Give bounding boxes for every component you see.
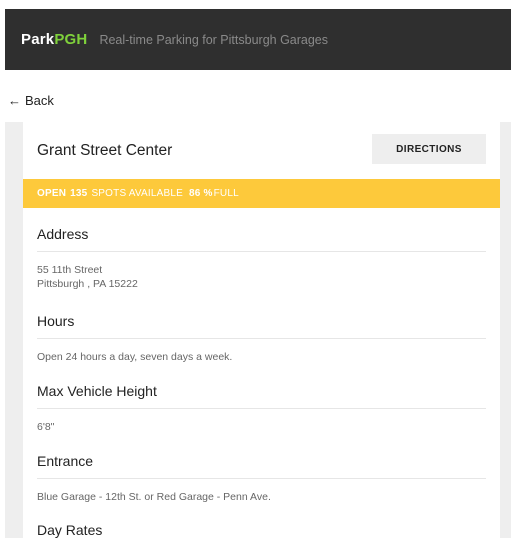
entrance-section: Entrance Blue Garage - 12th St. or Red G…	[37, 453, 486, 504]
spots-count: 135	[70, 188, 88, 199]
availability-status-bar: OPEN 135 SPOTS AVAILABLE 86 % FULL	[23, 179, 500, 208]
garage-header: Grant Street Center DIRECTIONS	[23, 122, 500, 180]
divider	[37, 251, 486, 252]
day-rates-section: Day Rates	[37, 522, 486, 538]
address-title: Address	[37, 226, 89, 242]
percent-full: 86 %	[189, 188, 213, 199]
hours-section: Hours Open 24 hours a day, seven days a …	[37, 313, 486, 364]
garage-name: Grant Street Center	[37, 142, 173, 159]
hours-title: Hours	[37, 313, 75, 329]
back-label: Back	[25, 93, 54, 108]
garage-detail-panel: Grant Street Center DIRECTIONS OPEN 135 …	[23, 122, 500, 538]
entrance-title: Entrance	[37, 453, 94, 469]
address-line-2: Pittsburgh , PA 15222	[37, 278, 138, 290]
max-height-section: Max Vehicle Height 6'8"	[37, 383, 486, 434]
divider	[37, 338, 486, 339]
hours-text: Open 24 hours a day, seven days a week.	[37, 351, 233, 363]
directions-button[interactable]: DIRECTIONS	[372, 134, 486, 164]
address-section: Address 55 11th Street Pittsburgh , PA 1…	[37, 226, 486, 291]
max-height-title: Max Vehicle Height	[37, 383, 157, 399]
address-line-1: 55 11th Street	[37, 264, 103, 276]
brand-name-part2: PGH	[54, 31, 88, 48]
divider	[37, 478, 486, 479]
address-body: 55 11th Street Pittsburgh , PA 15222	[37, 263, 486, 291]
open-status: OPEN	[37, 188, 67, 199]
app-tagline: Real-time Parking for Pittsburgh Garages	[99, 32, 329, 47]
day-rates-title: Day Rates	[37, 522, 103, 538]
max-height-value: 6'8"	[37, 421, 55, 433]
spots-label: SPOTS AVAILABLE	[91, 188, 183, 199]
back-link[interactable]: ← Back	[8, 93, 54, 108]
divider	[37, 408, 486, 409]
brand-name-part1: Park	[21, 31, 55, 48]
side-gutter-left	[5, 122, 23, 538]
entrance-text: Blue Garage - 12th St. or Red Garage - P…	[37, 491, 271, 503]
app-header: ParkPGH Real-time Parking for Pittsburgh…	[5, 9, 511, 70]
full-label: FULL	[213, 188, 239, 199]
back-arrow-icon: ←	[8, 93, 21, 108]
brand-logo[interactable]: ParkPGH	[21, 31, 87, 48]
